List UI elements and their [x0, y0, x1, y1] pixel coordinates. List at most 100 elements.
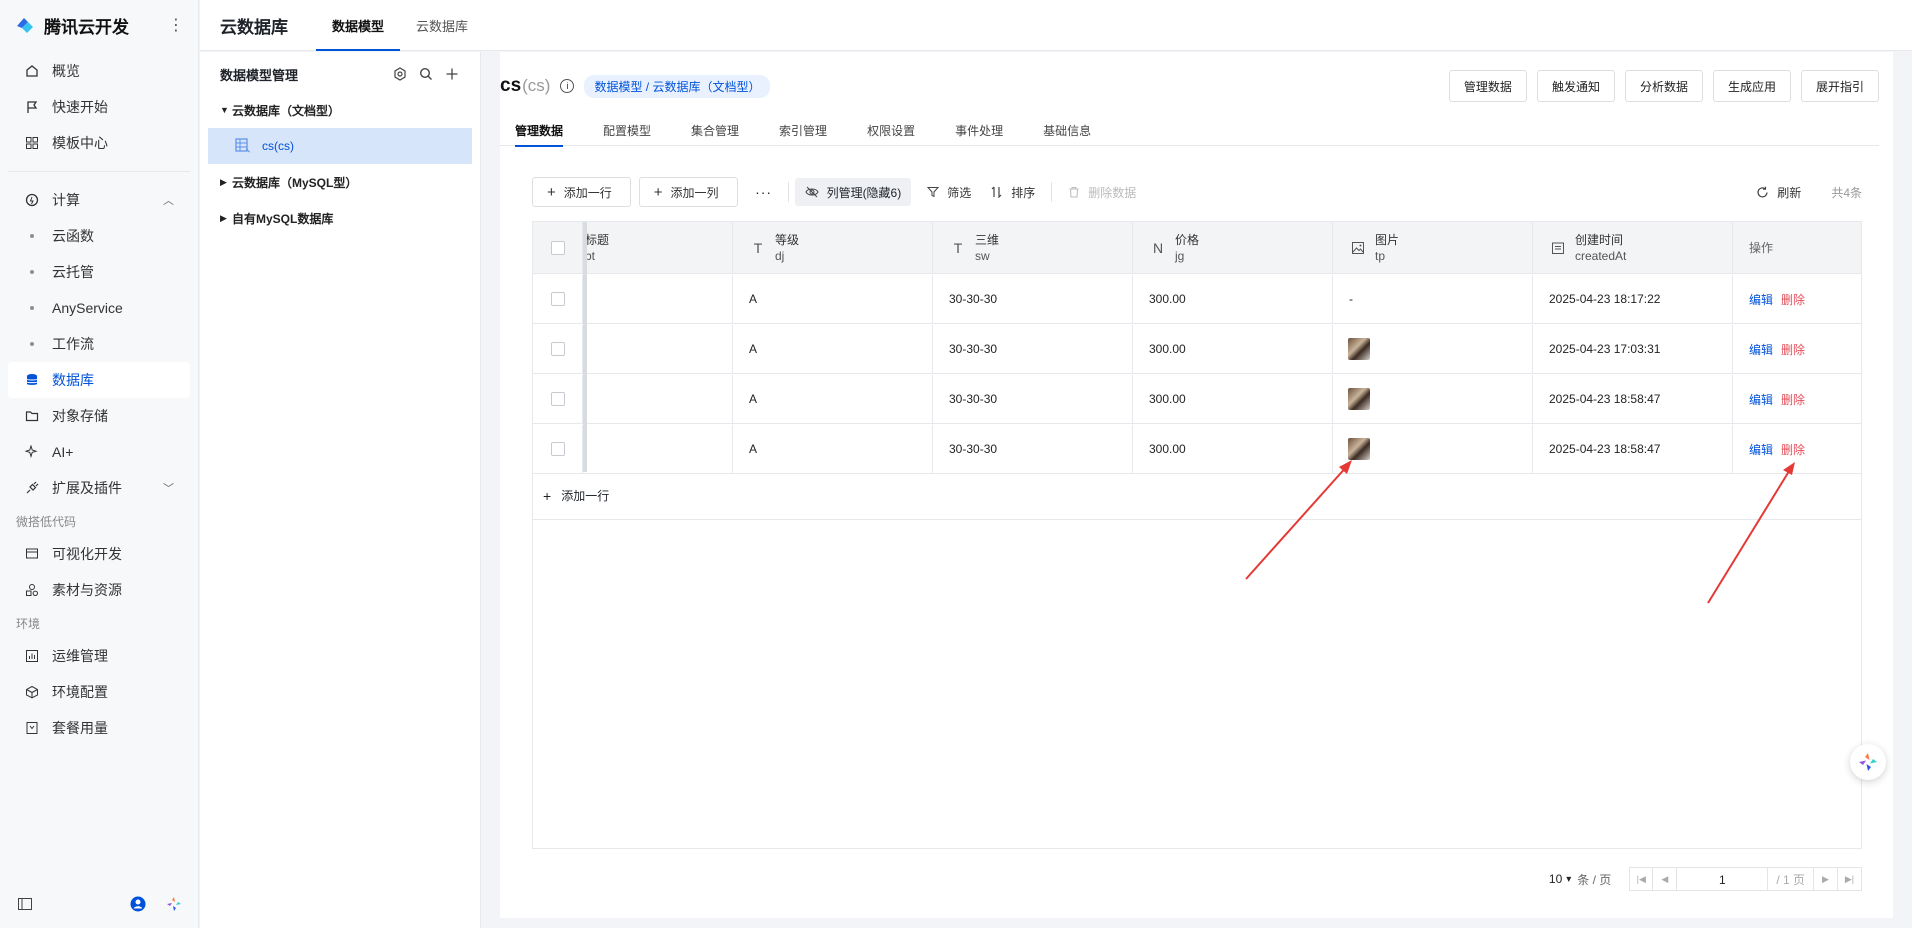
filter-button[interactable]: 筛选 [917, 178, 981, 206]
first-page-icon[interactable]: |◀ [1629, 867, 1654, 891]
nav-extensions[interactable]: 扩展及插件 ﹀ [8, 470, 190, 506]
cell-tp[interactable]: - [1333, 275, 1533, 323]
tab-collection[interactable]: 集合管理 [676, 114, 754, 146]
prev-page-icon[interactable]: ◀ [1653, 867, 1678, 891]
cell-tp[interactable] [1333, 375, 1533, 423]
collapse-sidebar-icon[interactable] [16, 895, 34, 913]
nav-cloud-function[interactable]: 云函数 [8, 218, 190, 254]
row-checkbox[interactable] [551, 392, 565, 406]
cell-sw[interactable]: 30-30-30 [933, 275, 1133, 323]
edit-link[interactable]: 编辑 [1749, 341, 1773, 358]
cell-sw[interactable]: 30-30-30 [933, 375, 1133, 423]
page-number-input[interactable]: 1 [1677, 867, 1768, 891]
cell-jg[interactable]: 300.00 [1133, 425, 1333, 473]
cell-tp[interactable] [1333, 325, 1533, 373]
nav-assets[interactable]: 素材与资源 [8, 572, 190, 608]
tab-basic-info[interactable]: 基础信息 [1028, 114, 1106, 146]
tab-permissions[interactable]: 权限设置 [852, 114, 930, 146]
refresh-button[interactable]: 刷新 [1746, 178, 1811, 206]
add-icon[interactable] [444, 66, 460, 82]
cell-createdat[interactable]: 2025-04-23 18:58:47 [1533, 425, 1733, 473]
sort-button[interactable]: 排序 [981, 178, 1045, 206]
nav-overview[interactable]: 概览 [8, 53, 190, 89]
cell-createdat[interactable]: 2025-04-23 17:03:31 [1533, 325, 1733, 373]
cell-bt[interactable] [583, 325, 733, 373]
add-column-button[interactable]: + 添加一列 [638, 177, 738, 207]
last-page-icon[interactable]: ▶| [1838, 867, 1862, 891]
nav-storage[interactable]: 对象存储 [8, 398, 190, 434]
cell-dj[interactable]: A [733, 425, 933, 473]
tree-group-document-db[interactable]: ▼ 云数据库（文档型） [208, 92, 472, 128]
col-header-bt[interactable]: 标题 bt [583, 222, 733, 273]
tab-data-model[interactable]: 数据模型 [316, 0, 401, 51]
row-checkbox[interactable] [551, 442, 565, 456]
nav-visual-dev[interactable]: 可视化开发 [8, 536, 190, 572]
cell-createdat[interactable]: 2025-04-23 18:17:22 [1533, 275, 1733, 323]
analyze-data-button[interactable]: 分析数据 [1624, 70, 1703, 102]
floating-assistant-button[interactable] [1850, 744, 1886, 780]
settings-icon[interactable] [392, 66, 408, 82]
image-thumbnail[interactable] [1348, 438, 1370, 460]
col-header-jg[interactable]: N 价格 jg [1133, 222, 1333, 273]
cell-tp[interactable] [1333, 425, 1533, 473]
tab-index[interactable]: 索引管理 [764, 114, 842, 146]
nav-database[interactable]: 数据库 [8, 362, 190, 398]
delete-data-button[interactable]: 删除数据 [1058, 178, 1146, 206]
cell-jg[interactable]: 300.00 [1133, 375, 1333, 423]
nav-ai[interactable]: AI+ [8, 434, 190, 470]
user-avatar-icon[interactable] [129, 895, 147, 913]
cell-bt[interactable] [583, 425, 733, 473]
image-thumbnail[interactable] [1348, 338, 1370, 360]
col-header-sw[interactable]: T 三维 sw [933, 222, 1133, 273]
nav-cloud-run[interactable]: 云托管 [8, 254, 190, 290]
cell-sw[interactable]: 30-30-30 [933, 425, 1133, 473]
tab-cloud-database[interactable]: 云数据库 [400, 0, 484, 51]
cell-jg[interactable]: 300.00 [1133, 325, 1333, 373]
delete-link[interactable]: 删除 [1781, 291, 1805, 308]
col-header-dj[interactable]: T 等级 dj [733, 222, 933, 273]
col-header-createdat[interactable]: 创建时间 createdAt [1533, 222, 1733, 273]
generate-app-button[interactable]: 生成应用 [1712, 70, 1791, 102]
cell-sw[interactable]: 30-30-30 [933, 325, 1133, 373]
image-thumbnail[interactable] [1348, 388, 1370, 410]
add-row-button[interactable]: + 添加一行 [532, 177, 631, 207]
delete-link[interactable]: 删除 [1781, 441, 1805, 458]
nav-quickstart[interactable]: 快速开始 [8, 89, 190, 125]
tree-group-own-mysql[interactable]: ▶ 自有MySQL数据库 [208, 200, 472, 236]
tab-config-model[interactable]: 配置模型 [588, 114, 666, 146]
row-checkbox[interactable] [551, 292, 565, 306]
assistant-logo-icon[interactable] [165, 895, 183, 913]
delete-link[interactable]: 删除 [1781, 341, 1805, 358]
page-size-select[interactable]: 10 ▾ [1549, 872, 1571, 886]
more-icon[interactable]: ⋮ [168, 15, 184, 35]
edit-link[interactable]: 编辑 [1749, 441, 1773, 458]
tab-manage-data[interactable]: 管理数据 [500, 114, 578, 147]
add-row-inline-button[interactable]: + 添加一行 [533, 472, 1861, 520]
col-header-tp[interactable]: 图片 tp [1333, 222, 1533, 273]
manage-data-button[interactable]: 管理数据 [1448, 70, 1527, 102]
cell-dj[interactable]: A [733, 375, 933, 423]
expand-guide-button[interactable]: 展开指引 [1800, 70, 1879, 102]
info-icon[interactable]: i [560, 79, 575, 93]
next-page-icon[interactable]: ▶ [1814, 867, 1838, 891]
search-icon[interactable] [418, 66, 434, 82]
cell-dj[interactable]: A [733, 275, 933, 323]
nav-workflow[interactable]: 工作流 [8, 326, 190, 362]
delete-link[interactable]: 删除 [1781, 391, 1805, 408]
tree-group-mysql[interactable]: ▶ 云数据库（MySQL型） [208, 164, 472, 200]
nav-templates[interactable]: 模板中心 [8, 125, 190, 161]
nav-compute[interactable]: 计算 ︿ [8, 182, 190, 218]
cell-jg[interactable]: 300.00 [1133, 275, 1333, 323]
edit-link[interactable]: 编辑 [1749, 291, 1773, 308]
tab-events[interactable]: 事件处理 [940, 114, 1018, 146]
nav-usage[interactable]: 套餐用量 [8, 710, 190, 746]
select-all-checkbox[interactable] [551, 240, 565, 255]
cell-dj[interactable]: A [733, 325, 933, 373]
nav-env-config[interactable]: 环境配置 [8, 674, 190, 710]
nav-anyservice[interactable]: AnyService [8, 290, 190, 326]
tree-item-cs[interactable]: cs(cs) [208, 128, 472, 164]
nav-ops[interactable]: 运维管理 [8, 638, 190, 674]
cell-bt[interactable] [583, 375, 733, 423]
trigger-notify-button[interactable]: 触发通知 [1536, 70, 1615, 102]
cell-bt[interactable] [583, 275, 733, 323]
